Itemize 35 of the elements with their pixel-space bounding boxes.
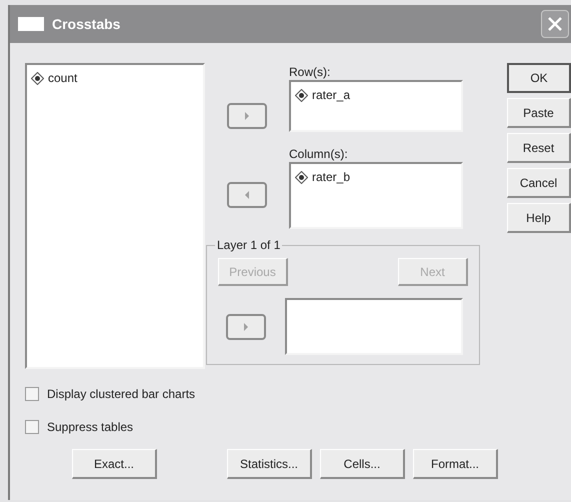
close-icon [547, 16, 563, 32]
right-arrow-icon [241, 322, 251, 332]
dialog-button[interactable]: OK [507, 63, 571, 93]
arrow-button[interactable] [227, 103, 267, 129]
group-title: Layer 1 of 1 [215, 237, 282, 253]
variable-icon [31, 72, 44, 84]
window-icon [18, 17, 44, 31]
field-label: Column(s): [289, 146, 349, 162]
arrow-button[interactable] [226, 314, 266, 340]
layer-list[interactable] [285, 298, 463, 355]
dialog-button[interactable]: Cells... [320, 449, 405, 479]
dialog-button[interactable]: Reset [507, 133, 571, 163]
dialog-button[interactable]: Exact... [72, 449, 157, 479]
column-list[interactable]: rater_b [289, 162, 463, 229]
dialog-button[interactable]: Help [507, 203, 571, 233]
right-arrow-icon [242, 111, 252, 121]
variable-item[interactable]: rater_a [291, 86, 461, 104]
variable-icon [295, 88, 308, 102]
field-label: Row(s): [289, 64, 332, 80]
variable-item[interactable]: rater_b [291, 168, 461, 186]
dialog-button[interactable]: Cancel [507, 168, 571, 198]
dialog-button[interactable]: Statistics... [227, 449, 312, 479]
checkbox-label: Suppress tables [47, 419, 134, 436]
variable-list[interactable]: count [25, 63, 205, 369]
variable-item[interactable]: count [27, 69, 203, 87]
dialog-button[interactable]: Format... [413, 449, 498, 479]
window-title: Crosstabs [52, 14, 120, 34]
dialog-button[interactable]: Paste [507, 98, 571, 128]
variable-icon [295, 170, 308, 184]
checkbox[interactable] [25, 420, 39, 434]
close-button[interactable] [541, 10, 569, 38]
checkbox-label: Display clustered bar charts [47, 386, 196, 403]
row-list[interactable]: rater_a [289, 80, 463, 132]
checkbox[interactable] [25, 387, 39, 401]
arrow-button[interactable] [227, 182, 267, 208]
